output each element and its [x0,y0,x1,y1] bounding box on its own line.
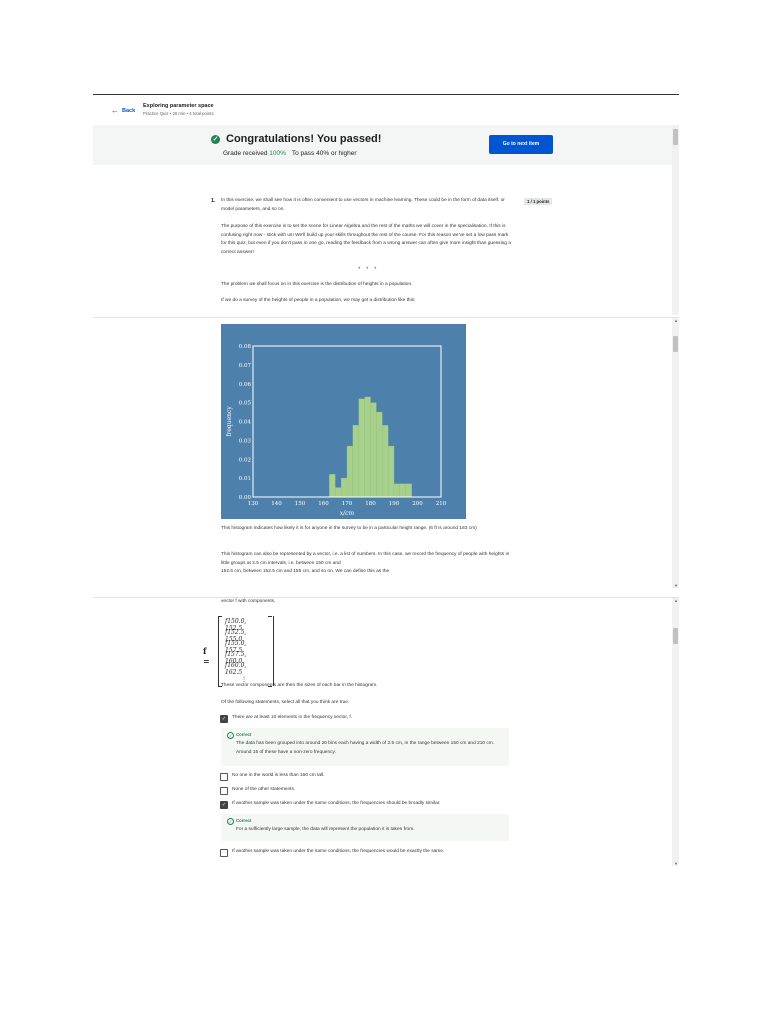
check-circle-icon: ✓ [227,732,234,739]
histogram-bar [358,398,365,498]
section-divider: * * * [358,267,379,273]
histogram-bar [405,483,412,498]
scrollbar-thumb[interactable] [673,129,678,145]
option-checkbox[interactable] [220,773,228,781]
scroll-down-icon[interactable]: ▼ [674,583,678,588]
scrollbar[interactable] [672,125,679,315]
components-paragraph: These vector components are then the siz… [221,683,378,688]
problem-paragraph: The problem we shall focus on in this ex… [221,282,413,287]
x-tick-label: 200 [412,501,423,507]
y-tick-label: 0.00 [239,495,252,501]
y-tick-label: 0.07 [239,363,252,369]
option-checkbox[interactable]: ✓ [220,715,228,723]
y-tick-label: 0.01 [239,476,251,482]
histogram-bar [376,411,383,498]
option-label[interactable]: There are at least 10 elements in the fr… [232,715,352,720]
intro-paragraph: In this exercise, we shall see how it is… [221,198,505,212]
histogram-bar [335,487,342,498]
y-tick-label: 0.05 [239,401,252,407]
histogram-bar [329,474,336,498]
feedback-label: Correct [236,732,252,737]
scrollbar-thumb[interactable] [673,336,678,352]
congrats-heading: ✓ Congratulations! You passed! [211,133,382,145]
x-tick-label: 190 [389,501,400,507]
height-histogram: 130 140 150 160 170 180 190 200 210 0.00 0.01 0.02 0… [221,324,466,519]
check-circle-icon: ✓ [227,818,234,825]
vector-definition: vector f with components, [221,599,276,604]
purpose-paragraph: The purpose of this exercise is to set t… [221,224,511,255]
scrollbar[interactable]: ▲ ▼ [672,598,679,866]
option-label[interactable]: No one in the world is less than 160 cm … [232,773,325,778]
pass-threshold: To pass 40% or higher [291,150,357,157]
x-tick-label: 140 [271,501,282,507]
x-tick-label: 130 [248,501,259,507]
histogram-bar [370,402,377,498]
survey-paragraph: If we do a survey of the heights of peop… [221,298,416,303]
vector-component: f160.0, 162.5 [225,662,247,676]
option-label[interactable]: If another sample was taken under the sa… [232,849,444,854]
feedback-box: ✓ Correct The data has been grouped into… [221,728,509,766]
x-tick-label: 160 [318,501,329,507]
y-tick-label: 0.08 [239,344,252,350]
histogram-bar [346,445,354,498]
y-tick-label: 0.04 [239,420,252,426]
points-badge: 1 / 1 points [524,198,553,205]
feedback-text: For a sufficiently large sample, the dat… [236,827,415,832]
histogram-bar [382,425,389,498]
y-tick-label: 0.06 [239,382,252,388]
scrollbar-thumb[interactable] [673,628,678,644]
x-tick-label: 210 [436,501,447,507]
option-label[interactable]: None of the other statements. [232,787,295,792]
option-checkbox[interactable] [220,787,228,795]
histogram-bar [399,483,406,498]
feedback-box: ✓ Correct For a sufficiently large sampl… [221,814,509,841]
x-tick-label: 170 [342,501,353,507]
grade-value: 100% [269,150,286,157]
vector-paragraph: This histogram can also be represented b… [221,552,510,566]
option-label[interactable]: If another sample was taken under the sa… [232,801,441,806]
feedback-text: The data has been grouped into around 20… [236,741,495,755]
y-tick-label: 0.03 [239,438,252,444]
option-checkbox[interactable]: ✓ [220,801,228,809]
x-axis-label: x/cm [340,510,355,517]
y-tick-label: 0.02 [239,457,251,463]
vector-label: f = [203,646,210,666]
back-button[interactable]: ← Back [111,106,135,115]
quiz-page: ← Back Exploring parameter space Practice… [93,94,679,866]
content-pane-top[interactable]: ✓ Congratulations! You passed! Grade rece… [93,125,679,315]
content-pane-middle[interactable]: 130 140 150 160 170 180 190 200 210 0.00 0.01 0.02 0… [93,317,679,588]
x-tick-label: 150 [295,501,306,507]
vector-paragraph-cont: 152.5 cm, between 152.5 cm and 155 cm, a… [221,569,390,574]
quiz-title: Exploring parameter space [143,103,214,109]
arrow-left-icon: ← [111,106,119,115]
histogram-bar [387,445,395,498]
quiz-header: ← Back Exploring parameter space Practice… [93,95,679,123]
instructions-paragraph: Of the following statements, select all … [221,700,350,705]
scroll-down-icon[interactable]: ▼ [674,861,678,866]
x-tick-label: 180 [365,501,376,507]
check-circle-icon: ✓ [211,135,220,144]
y-axis-label: frequency [226,406,233,437]
scroll-up-icon[interactable]: ▲ [674,318,678,323]
option-checkbox[interactable] [220,849,228,857]
quiz-subtitle: Practice Quiz • 20 min • 4 total points [143,111,214,116]
grade-info: Grade received 100% To pass 40% or higher [223,150,357,157]
next-item-button[interactable]: Go to next item [489,135,553,154]
histogram-svg: 130 140 150 160 170 180 190 200 210 0.00 0.01 0.02 0… [221,324,466,519]
histogram-bar [393,483,401,498]
histogram-paragraph: This histogram indicates how likely it i… [221,526,477,531]
scrollbar[interactable]: ▲ ▼ [672,318,679,588]
histogram-bar [364,396,371,498]
histogram-bar [340,477,348,498]
question-number: 1. [211,198,216,204]
feedback-label: Correct [236,818,252,823]
histogram-bar [352,425,359,498]
result-banner: ✓ Congratulations! You passed! Grade rece… [93,125,672,165]
scroll-up-icon[interactable]: ▲ [674,598,678,603]
content-pane-bottom[interactable]: vector f with components, f = f150.0, 15… [93,597,679,866]
